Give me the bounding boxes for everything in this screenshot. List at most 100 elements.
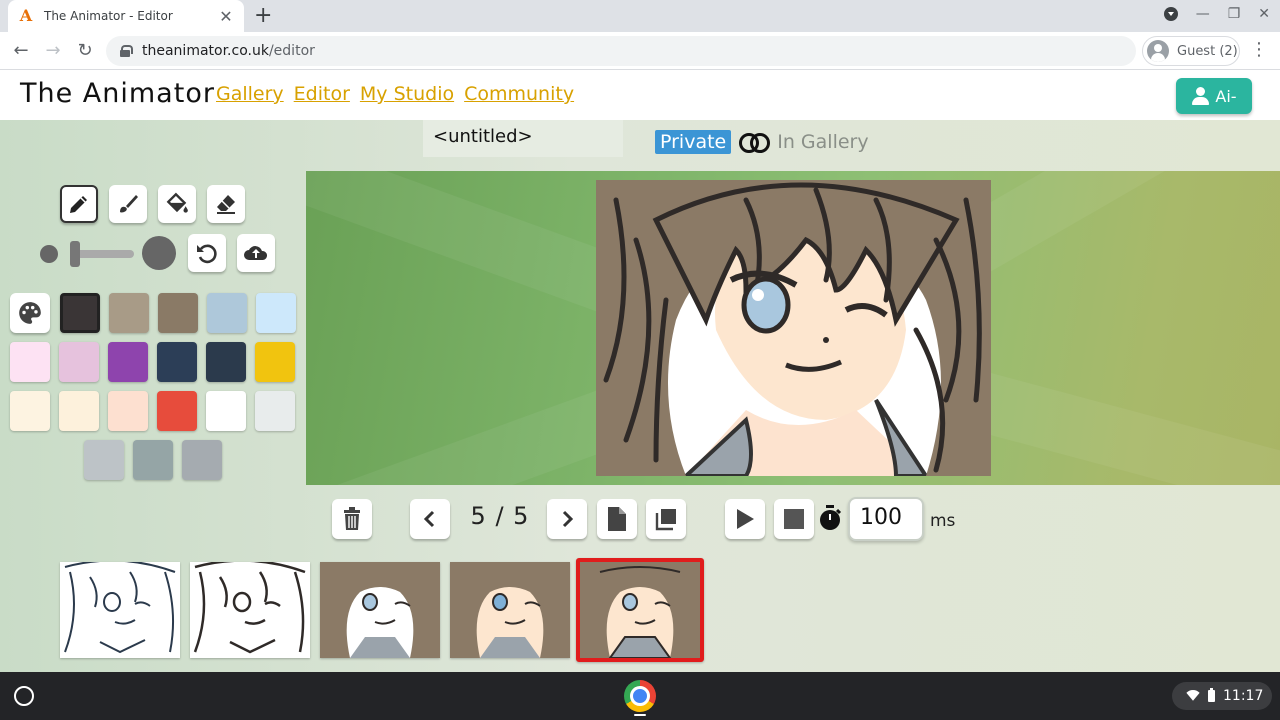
browser-toolbar: ← → ↻ theanimator.co.uk/editor Guest (2)… (0, 32, 1280, 70)
chrome-app-icon[interactable] (624, 680, 656, 712)
restore-icon[interactable]: ❐ (1228, 6, 1241, 22)
toggle-icon[interactable] (739, 133, 771, 153)
previous-frame-button[interactable] (410, 499, 450, 539)
color-swatch[interactable] (255, 342, 295, 382)
size-small-icon (40, 245, 58, 263)
nav-community[interactable]: Community (464, 83, 574, 105)
color-swatch[interactable] (84, 440, 124, 480)
delete-frame-button[interactable] (332, 499, 372, 539)
frame-thumbnail-2[interactable] (190, 562, 310, 658)
battery-icon (1208, 688, 1215, 702)
new-tab-icon[interactable]: + (254, 3, 272, 28)
color-swatch[interactable] (206, 342, 246, 382)
fill-tool-button[interactable] (158, 185, 196, 223)
guest-avatar-icon (1147, 40, 1169, 62)
private-option[interactable]: Private (655, 130, 732, 154)
new-frame-button[interactable] (597, 499, 637, 539)
close-window-icon[interactable]: ✕ (1258, 6, 1270, 22)
browser-menu-icon[interactable]: ⋮ (1250, 38, 1268, 64)
nav-gallery[interactable]: Gallery (216, 83, 284, 105)
color-swatch[interactable] (206, 391, 246, 431)
account-label: Ai- (1215, 86, 1237, 106)
upload-button[interactable] (237, 234, 275, 272)
frame-thumbnail-5[interactable] (576, 558, 704, 662)
color-swatch[interactable] (157, 391, 197, 431)
color-swatch[interactable] (157, 342, 197, 382)
frame-thumbnail-1[interactable] (60, 562, 180, 658)
chevron-right-icon (562, 510, 574, 528)
tab-search-icon[interactable] (1163, 7, 1178, 21)
brush-size-slider[interactable] (40, 236, 176, 270)
pencil-tool-button[interactable] (60, 185, 98, 223)
next-frame-button[interactable] (547, 499, 587, 539)
undo-button[interactable] (188, 234, 226, 272)
color-swatch[interactable] (108, 391, 148, 431)
duplicate-frame-button[interactable] (646, 499, 686, 539)
brush-icon (120, 195, 138, 213)
running-indicator (634, 714, 646, 716)
nav-editor[interactable]: Editor (294, 83, 350, 105)
anime-girl-drawing (596, 180, 991, 476)
chevron-left-icon (423, 510, 435, 528)
color-swatch[interactable] (59, 391, 99, 431)
color-swatch[interactable] (109, 293, 149, 333)
color-swatch[interactable] (108, 342, 148, 382)
animation-title-field[interactable]: <untitled> (423, 120, 623, 157)
drawing-canvas[interactable] (596, 180, 991, 476)
color-picker-button[interactable] (10, 293, 50, 333)
size-knob[interactable] (70, 241, 80, 267)
lock-icon[interactable] (120, 45, 133, 57)
url-text: theanimator.co.uk/editor (142, 43, 315, 59)
new-page-icon (608, 507, 626, 531)
frame-thumbnail-4[interactable] (450, 562, 570, 658)
browser-tab-strip: A The Animator - Editor ✕ + — ❐ ✕ (0, 0, 1280, 32)
frame-preview (64, 562, 176, 654)
pencil-icon (70, 196, 87, 213)
clock: 11:17 (1223, 688, 1264, 704)
color-swatch[interactable] (182, 440, 222, 480)
reload-icon[interactable]: ↻ (72, 38, 98, 64)
os-shelf: 11:17 (0, 672, 1280, 720)
close-tab-icon[interactable]: ✕ (218, 7, 234, 26)
in-gallery-option[interactable]: In Gallery (777, 131, 868, 153)
forward-icon[interactable]: → (40, 38, 66, 64)
color-swatch[interactable] (255, 391, 295, 431)
profile-label: Guest (2) (1177, 43, 1238, 59)
color-swatch[interactable] (59, 342, 99, 382)
color-swatch[interactable] (256, 293, 296, 333)
color-swatch[interactable] (158, 293, 198, 333)
status-tray[interactable]: 11:17 (1172, 682, 1272, 710)
color-swatch[interactable] (10, 391, 50, 431)
minimize-icon[interactable]: — (1196, 6, 1210, 22)
site-logo[interactable]: The Animator (20, 78, 215, 109)
frame-counter: 5 / 5 (470, 502, 530, 530)
tab-title: The Animator - Editor (44, 9, 173, 23)
profile-button[interactable]: Guest (2) (1142, 36, 1240, 66)
stopwatch-icon (820, 505, 842, 530)
window-controls: — ❐ ✕ (1163, 6, 1270, 22)
person-icon (1191, 87, 1210, 105)
editor-area: <untitled> Private In Gallery 5 / 5 100 … (0, 120, 1280, 672)
nav-my-studio[interactable]: My Studio (360, 83, 454, 105)
cloud-upload-icon (244, 246, 268, 260)
account-button[interactable]: Ai- (1176, 78, 1252, 114)
frame-preview (193, 562, 306, 654)
address-bar[interactable]: theanimator.co.uk/editor (106, 36, 1136, 66)
color-swatch[interactable] (10, 342, 50, 382)
frame-delay-input[interactable]: 100 (848, 497, 924, 541)
color-swatch[interactable] (60, 293, 100, 333)
canvas-stage (306, 171, 1280, 485)
copy-icon (655, 509, 676, 531)
color-swatch[interactable] (207, 293, 247, 333)
launcher-icon[interactable] (14, 686, 34, 706)
back-icon[interactable]: ← (8, 38, 34, 64)
wifi-icon (1186, 690, 1200, 702)
brush-tool-button[interactable] (109, 185, 147, 223)
fill-bucket-icon (166, 192, 188, 213)
browser-tab[interactable]: A The Animator - Editor ✕ (8, 0, 244, 32)
play-button[interactable] (725, 499, 765, 539)
stop-button[interactable] (774, 499, 814, 539)
color-swatch[interactable] (133, 440, 173, 480)
eraser-tool-button[interactable] (207, 185, 245, 223)
frame-thumbnail-3[interactable] (320, 562, 440, 658)
